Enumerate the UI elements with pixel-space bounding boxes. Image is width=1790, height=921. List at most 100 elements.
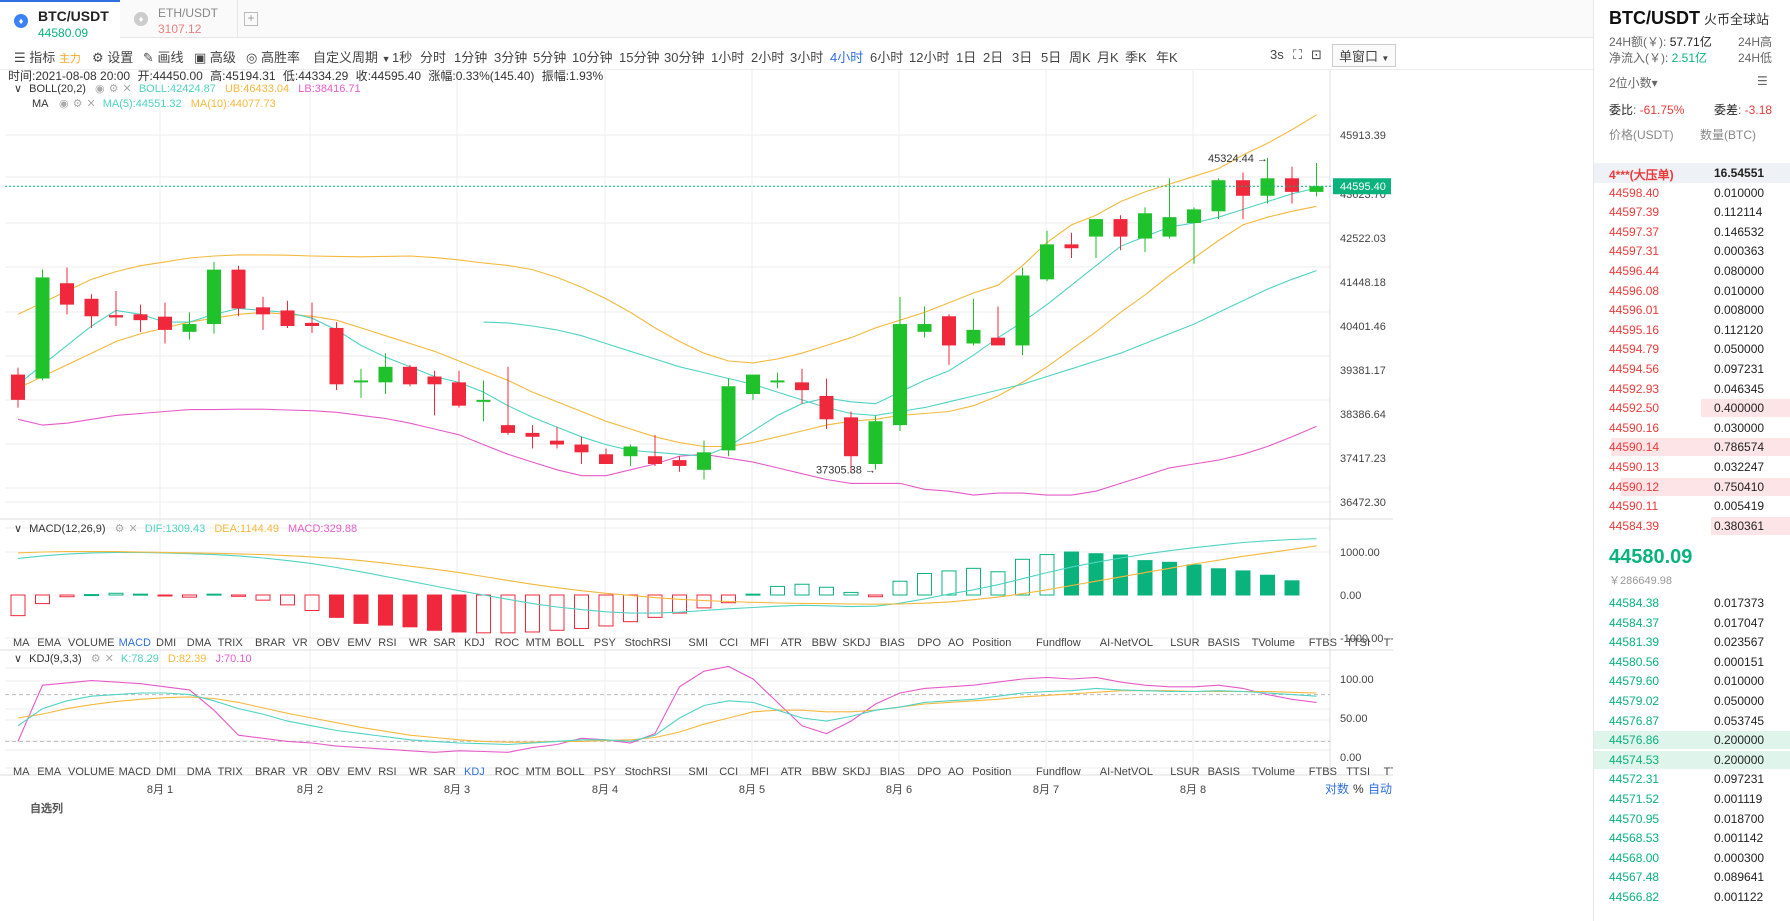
indicator-ai-netvol[interactable]: AI-NetVOL [1100,637,1153,649]
period-3[interactable]: 3分钟 [494,47,527,66]
indicator-ma[interactable]: MA [13,637,30,649]
indicator-skdj[interactable]: SKDJ [842,766,870,778]
indicator-ttsi[interactable]: TTSI [1346,766,1370,778]
indicator-ao[interactable]: AO [948,766,964,778]
indicator-kdj[interactable]: KDJ [464,637,485,649]
period-14[interactable]: 1日 [956,47,976,66]
period-19[interactable]: 月K [1097,47,1119,66]
percent-scale-toggle[interactable]: % [1353,782,1364,796]
ask-row[interactable]: 44597.39 0.112114 [1594,202,1790,222]
ask-row[interactable]: 44590.13 0.032247 [1594,457,1790,477]
log-scale-toggle[interactable]: 对数 [1325,781,1349,796]
gear-icon[interactable]: ⚙ [109,83,119,95]
indicator-bias[interactable]: BIAS [880,637,905,649]
indicator-cci[interactable]: CCI [719,637,738,649]
bid-row[interactable]: 44567.48 0.089641 [1594,867,1790,887]
indicator-trix[interactable]: TRIX [218,766,244,778]
indicator-volume[interactable]: VOLUME [68,637,114,649]
ask-row[interactable]: 44590.11 0.005419 [1594,496,1790,516]
indicator-wr[interactable]: WR [409,637,427,649]
indicator-bbw[interactable]: BBW [812,766,838,778]
indicator-obv[interactable]: OBV [317,766,341,778]
tab-eth-usdt[interactable]: ♦ ETH/USDT 3107.12 [120,0,238,38]
close-icon[interactable]: ✕ [105,653,114,665]
indicator-dma[interactable]: DMA [187,637,212,649]
ask-row[interactable]: 44598.40 0.010000 [1594,183,1790,203]
indicator-wr[interactable]: WR [409,766,427,778]
screenshot-icon[interactable]: ⊡ [1311,47,1322,63]
indicator-ttmu[interactable]: TTMU [1384,766,1415,778]
indicator-mfi[interactable]: MFI [750,637,769,649]
indicator-rsi[interactable]: RSI [378,637,396,649]
refresh-interval[interactable]: 3s [1270,47,1284,62]
period-17[interactable]: 5日 [1041,47,1061,66]
gear-icon[interactable]: ⚙ [115,523,125,535]
indicator-mtm[interactable]: MTM [526,766,551,778]
fullscreen-icon[interactable]: ⛶ [1293,47,1302,63]
chart-canvas[interactable]: 时间:2021-08-08 20:00 开:44450.00 高:45194.3… [0,68,1453,921]
indicator-position[interactable]: Position [972,766,1011,778]
indicator-skdj[interactable]: SKDJ [842,637,870,649]
close-icon[interactable]: ✕ [86,98,95,110]
indicator-bbw[interactable]: BBW [812,637,838,649]
indicator-dpo[interactable]: DPO [917,637,941,649]
decimal-dropdown[interactable]: 2位小数▾ [1609,74,1658,91]
custom-period-dropdown[interactable]: 自定义周期 ▼ [313,47,391,66]
period-4[interactable]: 5分钟 [533,47,566,66]
indicator-stochrsi[interactable]: StochRSI [625,637,671,649]
indicator-dmi[interactable]: DMI [156,766,176,778]
indicator-trix[interactable]: TRIX [218,637,244,649]
ask-row[interactable]: 4***(大压单) 16.54551 [1594,163,1790,183]
indicator-macd[interactable]: MACD [119,637,151,649]
indicator-ema[interactable]: EMA [37,766,62,778]
indicator-ttmu[interactable]: TTMU [1384,637,1415,649]
ask-row[interactable]: 44595.16 0.112120 [1594,320,1790,340]
watchlist-footer[interactable]: 自选列 [30,801,63,815]
winrate-button[interactable]: ◎ 高胜率 [246,47,300,66]
indicator-ttsi[interactable]: TTSI [1346,637,1370,649]
indicators-button[interactable]: ☰ 指标 主力 [14,47,81,66]
bid-row[interactable]: 44568.00 0.000300 [1594,848,1790,868]
indicator-tvolume[interactable]: TVolume [1252,766,1295,778]
period-13[interactable]: 12小时 [909,47,949,66]
period-16[interactable]: 3日 [1012,47,1032,66]
indicator-macd[interactable]: MACD [119,766,151,778]
bid-row[interactable]: 44571.52 0.001119 [1594,789,1790,809]
indicator-vr[interactable]: VR [292,637,307,649]
period-2[interactable]: 1分钟 [454,47,487,66]
collapse-chevron-icon[interactable]: ∨ [14,653,25,665]
bid-row[interactable]: 44584.37 0.017047 [1594,613,1790,633]
indicator-obv[interactable]: OBV [317,637,341,649]
period-8[interactable]: 1小时 [711,47,744,66]
gear-icon[interactable]: ⚙ [91,653,101,665]
ask-row[interactable]: 44597.31 0.000363 [1594,241,1790,261]
indicator-lsur[interactable]: LSUR [1170,637,1199,649]
period-11[interactable]: 4小时 [830,47,863,66]
ask-row[interactable]: 44590.16 0.030000 [1594,418,1790,438]
depth-icon[interactable]: ☰ [1757,74,1768,88]
indicator-emv[interactable]: EMV [347,637,372,649]
eye-icon[interactable]: ◉ [95,83,105,95]
bid-row[interactable]: 44579.60 0.010000 [1594,671,1790,691]
indicator-ma[interactable]: MA [13,766,30,778]
indicator-brar[interactable]: BRAR [255,766,286,778]
period-21[interactable]: 年K [1156,47,1178,66]
period-18[interactable]: 周K [1069,47,1091,66]
bid-row[interactable]: 44568.53 0.001142 [1594,828,1790,848]
bid-row[interactable]: 44574.53 0.200000 [1594,750,1790,770]
indicator-smi[interactable]: SMI [688,637,708,649]
indicator-roc[interactable]: ROC [495,637,520,649]
indicator-sar[interactable]: SAR [433,766,456,778]
bid-row[interactable]: 44576.86 0.200000 [1594,730,1790,750]
indicator-volume[interactable]: VOLUME [68,766,114,778]
period-7[interactable]: 30分钟 [664,47,704,66]
indicator-basis[interactable]: BASIS [1208,637,1240,649]
bid-row[interactable]: 44579.02 0.050000 [1594,691,1790,711]
indicator-basis[interactable]: BASIS [1208,766,1240,778]
indicator-lsur[interactable]: LSUR [1170,766,1199,778]
period-1[interactable]: 分时 [420,47,446,66]
ask-row[interactable]: 44597.37 0.146532 [1594,222,1790,242]
ask-row[interactable]: 44590.14 0.786574 [1594,437,1790,457]
indicator-smi[interactable]: SMI [688,766,708,778]
indicator-ao[interactable]: AO [948,637,964,649]
